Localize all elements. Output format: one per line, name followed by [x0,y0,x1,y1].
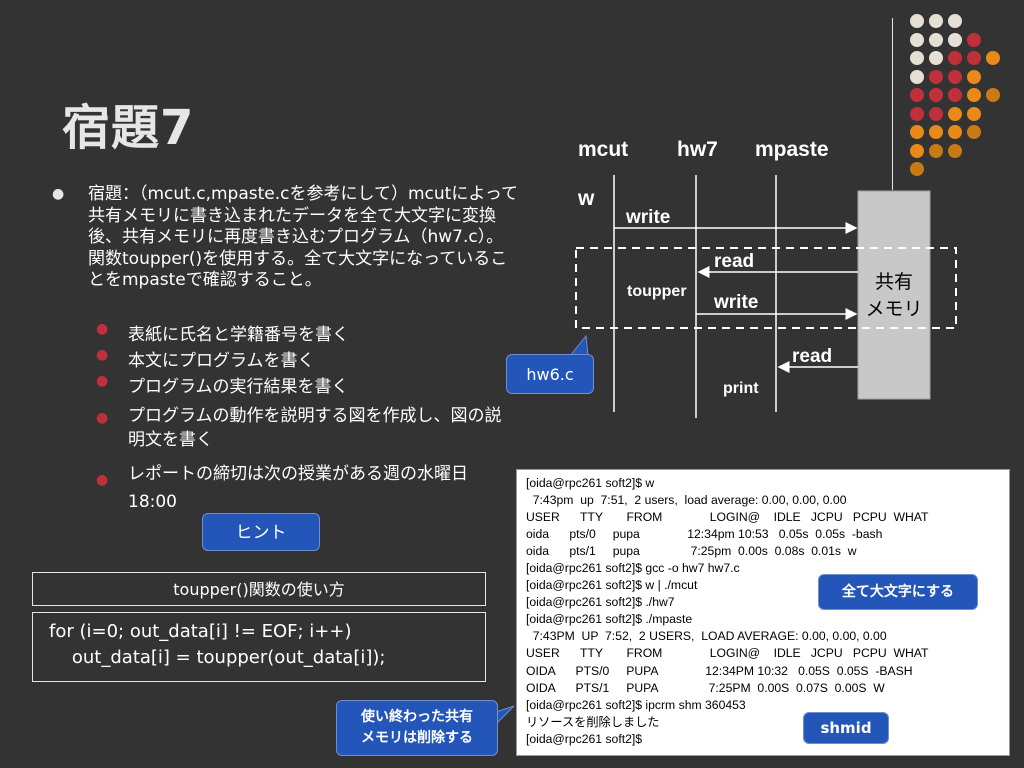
terminal-line: USER TTY FROM LOGIN@ IDLE JCPU PCPU WHAT [526,646,929,661]
terminal-line: リソースを削除しました [526,714,660,729]
delete-memory-callout: 使い終わった共有 メモリは削除する [336,700,498,756]
terminal-line: 7:43PM UP 7:52, 2 USERS, LOAD AVERAGE: 0… [526,629,887,644]
terminal-line: OIDA PTS/0 PUPA 12:34PM 10:32 0.05S 0.05… [526,663,913,678]
terminal-line: USER TTY FROM LOGIN@ IDLE JCPU PCPU WHAT [526,510,929,525]
terminal-line: [oida@rpc261 soft2]$ w [526,476,655,490]
shared-memory-label-line1: 共有 [875,271,913,293]
shmid-callout: shmid [803,712,889,744]
terminal-line: [oida@rpc261 soft2]$ ipcrm shm 360453 [526,697,746,712]
delete-callout-pointer [495,705,515,726]
callout-line: 使い終わった共有 [361,709,473,725]
uppercase-callout: 全て大文字にする [818,574,978,610]
write-label-1: write [625,207,670,228]
terminal-line: oida pts/1 pupa 7:25pm 0.00s 0.08s 0.01s… [526,544,857,559]
terminal-line: oida pts/0 pupa 12:34pm 10:53 0.05s 0.05… [526,527,883,542]
callout-line: メモリは削除する [361,730,473,746]
hint-callout: ヒント [202,513,320,551]
process-label-w: w [577,187,595,210]
code-line: out_data[i] = toupper(out_data[i]); [49,647,386,668]
hw6-callout-pointer [568,334,589,357]
toupper-label: toupper [627,283,687,300]
terminal-line: [oida@rpc261 soft2]$ ./mpaste [526,612,693,627]
code-example: for (i=0; out_data[i] != EOF; i++) out_d… [32,612,486,682]
process-label-mcut: mcut [578,138,628,161]
code-line: for (i=0; out_data[i] != EOF; i++) [49,621,352,642]
hw6-callout: hw6.c [506,354,594,394]
shared-memory-box [857,190,931,400]
terminal-line: [oida@rpc261 soft2]$ [526,731,643,746]
toupper-usage-title: toupper()関数の使い方 [32,572,486,606]
process-label-hw7: hw7 [677,138,718,161]
shared-memory-label-line2: メモリ [865,298,922,320]
process-label-mpaste: mpaste [755,138,829,161]
terminal-output: [oida@rpc261 soft2]$ w 7:43pm up 7:51, 2… [516,469,1010,756]
write-label-2: write [713,292,758,313]
terminal-line: 7:43pm up 7:51, 2 users, load average: 0… [526,493,847,508]
read-label-1: read [714,251,754,272]
print-label: print [723,380,759,397]
read-label-2: read [792,346,832,367]
terminal-line: OIDA PTS/1 PUPA 7:25PM 0.00S 0.07S 0.00S… [526,680,885,695]
